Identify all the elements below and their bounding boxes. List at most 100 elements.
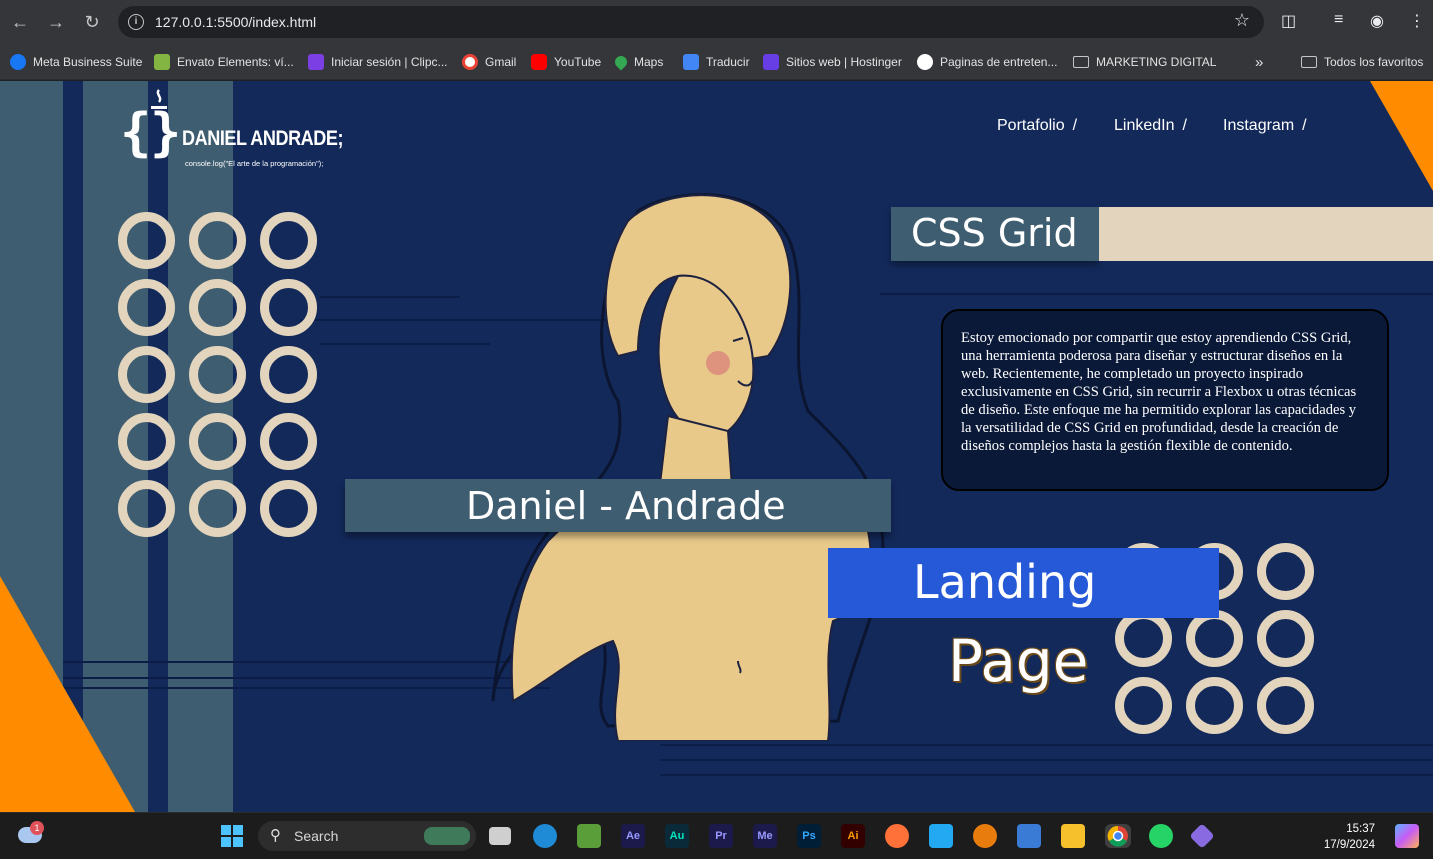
google-icon bbox=[462, 54, 478, 70]
bookmark-clipchamp[interactable]: Iniciar sesión | Clipc... bbox=[308, 53, 448, 71]
bookmark-youtube[interactable]: YouTube bbox=[531, 53, 601, 71]
browser-toolbar: ← → ↻ i 127.0.0.1:5500/index.html ☆ ◫ ≡ … bbox=[0, 0, 1433, 44]
ring-grid-left bbox=[118, 212, 317, 537]
bookmarks-bar: Meta Business Suite Envato Elements: ví.… bbox=[0, 44, 1433, 80]
premiere-icon[interactable]: Pr bbox=[709, 824, 733, 848]
site-logo[interactable]: { } DANIEL ANDRADE; console.log("El arte… bbox=[120, 89, 350, 169]
bookmarks-overflow-button[interactable]: » bbox=[1255, 53, 1263, 71]
brace-close-icon: } bbox=[150, 103, 182, 163]
bookmark-label: Maps bbox=[634, 55, 664, 69]
profile-avatar-icon[interactable]: ◉ bbox=[1370, 11, 1384, 31]
name-title: Daniel - Andrade bbox=[466, 484, 786, 528]
logo-title: DANIEL ANDRADE; bbox=[182, 127, 344, 150]
ring-deco bbox=[118, 279, 175, 336]
nav-portafolio[interactable]: Portafolio / bbox=[997, 117, 1077, 135]
bookmark-label: Sitios web | Hostinger bbox=[786, 55, 902, 69]
ring-deco bbox=[189, 413, 246, 470]
audition-icon[interactable]: Au bbox=[665, 824, 689, 848]
ring-deco bbox=[1257, 677, 1314, 734]
ring-deco bbox=[189, 212, 246, 269]
deco-line bbox=[660, 774, 1433, 776]
clock-time: 15:37 bbox=[1346, 823, 1375, 835]
ring-deco bbox=[1257, 610, 1314, 667]
nav-label[interactable]: Instagram bbox=[1223, 117, 1294, 134]
ring-deco bbox=[260, 279, 317, 336]
bookmark-label: Meta Business Suite bbox=[33, 55, 143, 69]
nav-label[interactable]: LinkedIn bbox=[1114, 117, 1175, 134]
task-view-icon[interactable] bbox=[489, 827, 511, 845]
copilot-icon[interactable] bbox=[1395, 824, 1419, 848]
bookmark-label: Traducir bbox=[706, 55, 750, 69]
clock-date: 17/9/2024 bbox=[1323, 839, 1375, 851]
ring-deco bbox=[118, 212, 175, 269]
ring-deco bbox=[118, 413, 175, 470]
reload-icon[interactable]: ↻ bbox=[80, 10, 104, 34]
ring-deco bbox=[1115, 610, 1172, 667]
nav-label[interactable]: Portafolio bbox=[997, 117, 1065, 134]
youtube-icon bbox=[531, 54, 547, 70]
ring-deco bbox=[1257, 543, 1314, 600]
extensions-icon[interactable]: ◫ bbox=[1281, 11, 1296, 31]
address-url[interactable]: 127.0.0.1:5500/index.html bbox=[155, 14, 316, 30]
after-effects-icon[interactable]: Ae bbox=[621, 824, 645, 848]
bookmark-label: Envato Elements: ví... bbox=[177, 55, 294, 69]
landing-title: Landing bbox=[913, 555, 1097, 609]
photoshop-icon[interactable]: Ps bbox=[797, 824, 821, 848]
all-bookmarks-button[interactable]: Todos los favoritos bbox=[1301, 53, 1423, 71]
bookmark-gmail[interactable]: Gmail bbox=[462, 53, 516, 71]
ring-deco bbox=[260, 413, 317, 470]
file-explorer-icon[interactable] bbox=[1061, 824, 1085, 848]
envato-icon bbox=[154, 54, 170, 70]
git-icon[interactable] bbox=[1189, 823, 1215, 849]
nav-instagram[interactable]: Instagram / bbox=[1223, 117, 1307, 135]
chrome-icon[interactable] bbox=[1105, 824, 1131, 848]
address-bar[interactable]: i 127.0.0.1:5500/index.html ☆ bbox=[118, 6, 1264, 38]
back-arrow-icon[interactable]: ← bbox=[8, 10, 32, 34]
windows-taskbar: 1 ⚲ Search Ae Au Pr Me Ps Ai 15:37 17/9/… bbox=[0, 812, 1433, 859]
bookmark-maps[interactable]: Maps bbox=[612, 53, 664, 71]
site-info-icon[interactable]: i bbox=[128, 14, 144, 30]
bookmark-label: YouTube bbox=[554, 55, 602, 69]
media-encoder-icon[interactable]: Me bbox=[753, 824, 777, 848]
media-control-icon[interactable]: ≡ bbox=[1334, 11, 1343, 29]
whatsapp-icon[interactable] bbox=[1149, 824, 1173, 848]
nav-separator: / bbox=[1072, 117, 1078, 134]
greek-statue-illustration bbox=[491, 193, 885, 741]
nav-separator: / bbox=[1302, 117, 1307, 134]
minecraft-icon[interactable] bbox=[577, 824, 601, 848]
ring-deco bbox=[118, 346, 175, 403]
ring-deco bbox=[1115, 677, 1172, 734]
bookmark-label: Iniciar sesión | Clipc... bbox=[331, 55, 448, 69]
openai-icon bbox=[917, 54, 933, 70]
logo-subtitle: console.log("El arte de la programación"… bbox=[185, 159, 324, 168]
ring-deco bbox=[189, 480, 246, 537]
firefox-icon[interactable] bbox=[885, 824, 909, 848]
bookmark-meta[interactable]: Meta Business Suite bbox=[10, 53, 142, 71]
bookmark-label: MARKETING DIGITAL bbox=[1096, 55, 1217, 69]
bookmark-star-icon[interactable]: ☆ bbox=[1234, 10, 1250, 31]
windows-icon[interactable] bbox=[220, 824, 244, 848]
nav-separator: / bbox=[1182, 117, 1187, 134]
nav-linkedin[interactable]: LinkedIn / bbox=[1114, 117, 1187, 135]
bookmark-entretenimiento[interactable]: Paginas de entreten... bbox=[917, 53, 1057, 71]
edge-icon[interactable] bbox=[533, 824, 557, 848]
bookmark-envato[interactable]: Envato Elements: ví... bbox=[154, 53, 294, 71]
system-clock[interactable]: 15:37 17/9/2024 bbox=[1324, 821, 1375, 853]
vscode-icon[interactable] bbox=[929, 824, 953, 848]
taskbar-search[interactable]: ⚲ Search bbox=[258, 821, 476, 851]
bookmark-translate[interactable]: Traducir bbox=[683, 53, 750, 71]
menu-kebab-icon[interactable]: ⋮ bbox=[1409, 11, 1425, 31]
clipchamp-icon bbox=[308, 54, 324, 70]
bookmark-label: Todos los favoritos bbox=[1324, 55, 1424, 69]
notification-badge: 1 bbox=[30, 821, 44, 835]
bookmark-hostinger[interactable]: Sitios web | Hostinger bbox=[763, 53, 902, 71]
hostinger-icon bbox=[763, 54, 779, 70]
forward-arrow-icon[interactable]: → bbox=[44, 10, 68, 34]
ring-deco bbox=[260, 346, 317, 403]
page-viewport: { } DANIEL ANDRADE; console.log("El arte… bbox=[0, 81, 1433, 812]
blender-icon[interactable] bbox=[973, 824, 997, 848]
store-icon[interactable] bbox=[1017, 824, 1041, 848]
illustrator-icon[interactable]: Ai bbox=[841, 824, 865, 848]
bookmark-folder-marketing[interactable]: MARKETING DIGITAL bbox=[1073, 53, 1216, 71]
css-grid-accent-bar bbox=[1099, 207, 1433, 261]
